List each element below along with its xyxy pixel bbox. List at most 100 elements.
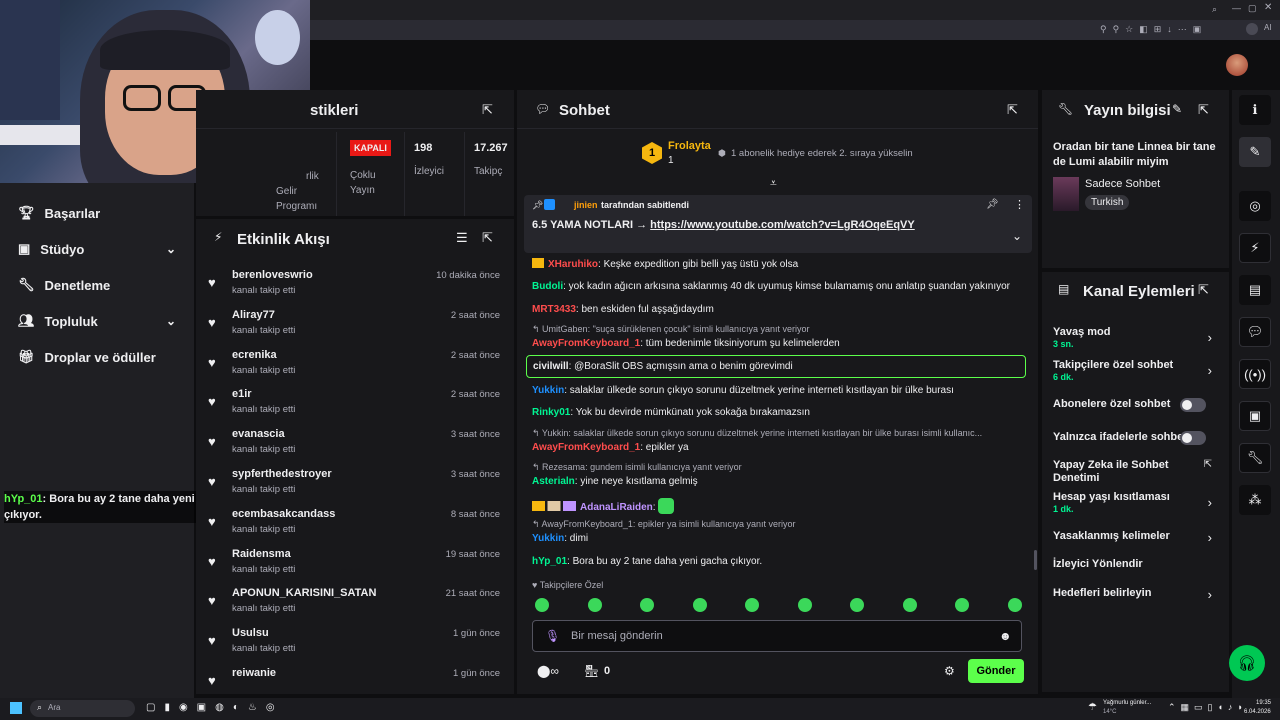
nav-item-achievements[interactable]: 🏆︎ Başarılar (0, 195, 194, 231)
tag-chip[interactable]: Turkish (1085, 195, 1130, 210)
event-username[interactable]: berenloveswrio (232, 269, 313, 281)
collapse-icon[interactable]: ⩡ (770, 176, 777, 191)
category-name[interactable]: Sadece Sohbet (1085, 178, 1160, 190)
wrench-icon[interactable]: 🔧︎ (1239, 443, 1271, 473)
event-username[interactable]: Aliray77 (232, 309, 275, 321)
emote-icon[interactable] (797, 598, 812, 612)
activity-event[interactable]: ♥︎ Usulsu kanalı takip etti 1 gün önce (196, 627, 512, 667)
chevron-down-icon[interactable]: ⌄ (166, 314, 176, 328)
activity-event[interactable]: ♥︎ e1ir kanalı takip etti 2 saat önce (196, 388, 512, 428)
activity-event[interactable]: ♥︎ Aliray77 kanalı takip etti 2 saat önc… (196, 309, 512, 349)
activity-event[interactable]: ♥︎ reiwanie 1 gün önce (196, 667, 512, 689)
channel-action-item[interactable]: Yasaklanmış kelimeler › (1053, 530, 1218, 545)
chat-username[interactable]: hYp_01 (532, 556, 567, 567)
channel-action-item[interactable]: Yalnızca ifadelerle sohbet (1053, 431, 1218, 445)
send-button[interactable]: Gönder (968, 659, 1024, 683)
activity-event[interactable]: ♥︎ ecrenika kanalı takip etti 2 saat önc… (196, 349, 512, 389)
camera-icon[interactable]: ◎ (1239, 191, 1271, 221)
chat-message[interactable]: AwayFromKeyboard_1: tüm bedenimle tiksin… (532, 337, 1027, 350)
edit-icon[interactable]: ✎ (1172, 102, 1182, 116)
actions-icon[interactable]: ▣ (1239, 401, 1271, 431)
chevron-down-icon[interactable]: ⌄ (166, 242, 176, 256)
edit-icon[interactable]: ✎ (1239, 137, 1271, 167)
event-username[interactable]: Usulsu (232, 627, 269, 639)
channel-action-item[interactable]: Hedefleri belirleyin › (1053, 587, 1218, 602)
chat-message[interactable]: Yukkin: salaklar ülkede sorun çıkıyo sor… (532, 384, 1027, 397)
channel-action-item[interactable]: Yavaş mod 3 sn. › (1053, 326, 1218, 349)
chat-username[interactable]: Yukkin (532, 533, 564, 544)
event-username[interactable]: APONUN_KARISINI_SATAN (232, 587, 376, 599)
activity-event[interactable]: ♥︎ APONUN_KARISINI_SATAN kanalı takip et… (196, 587, 512, 627)
search-icon[interactable]: ⌕ (1212, 4, 1217, 15)
taskbar-app-icons[interactable]: ▢▮◉▣◍◐♨◎ (146, 702, 284, 713)
chat-username[interactable]: civilwill (533, 361, 569, 372)
chat-scrollbar[interactable] (1034, 550, 1037, 570)
emote-icon[interactable] (535, 598, 549, 612)
event-username[interactable]: ecembasakcandass (232, 508, 335, 520)
store-icon[interactable]: 🏪︎ (584, 664, 599, 678)
chat-message[interactable]: Rinky01: Yok bu devirde mümkünatı yok so… (532, 406, 1027, 419)
external-link-icon[interactable]: ⇱ (1204, 459, 1212, 470)
pinned-link[interactable]: https://www.youtube.com/watch?v=LgR4OqeE… (650, 219, 915, 231)
chat-username[interactable]: XHaruhiko (548, 259, 598, 270)
chevron-right-icon[interactable]: › (1208, 363, 1212, 378)
more-icon[interactable]: ⋮ (1014, 198, 1025, 211)
channel-action-item[interactable]: Takipçilere özel sohbet 6 dk. › (1053, 359, 1218, 382)
chat-message[interactable]: Asterialn: yine neye kısıtlama gelmiş (532, 475, 1027, 488)
info-icon[interactable]: ℹ︎ (1239, 95, 1271, 125)
taskbar-search[interactable]: ⌕ Ara (30, 700, 135, 717)
channel-action-item[interactable]: Hesap yaşı kısıtlaması 1 dk. › (1053, 491, 1218, 514)
emote-icon[interactable] (692, 598, 707, 612)
popout-icon[interactable]: ⇱ (1007, 102, 1018, 118)
chat-message[interactable]: MRT3433: ben eskiden ful aşşağıdaydım (532, 303, 1027, 316)
hype-name[interactable]: Frolayta (668, 140, 711, 152)
tray-icons[interactable]: ⌃▦▭▯◖♪◗ (1168, 702, 1248, 713)
pinned-message[interactable]: 📌︎ jinien tarafından sabitlendi 📌︎ ⋮ 6.5… (524, 195, 1032, 253)
chevron-right-icon[interactable]: › (1208, 330, 1212, 345)
settings-icon[interactable]: ⚙︎ (944, 664, 955, 678)
profile-icon[interactable] (1246, 23, 1258, 35)
minimize-icon[interactable]: — (1232, 3, 1241, 13)
unpin-icon[interactable]: 📌︎ (986, 199, 999, 210)
nav-item-studio[interactable]: ▣ Stüdyo ⌄ (0, 231, 194, 267)
chevron-right-icon[interactable]: › (1208, 587, 1212, 602)
filter-icon[interactable]: ☰ (456, 230, 468, 246)
popout-icon[interactable]: ⇱ (482, 102, 493, 118)
channel-action-item[interactable]: Abonelere özel sohbet (1053, 398, 1218, 412)
toggle-switch[interactable] (1180, 398, 1206, 412)
avatar[interactable] (1226, 54, 1248, 76)
extension-icons[interactable]: ⚲⚲☆◧⊞↓⋯▣ (1100, 24, 1207, 35)
channel-action-item[interactable]: Yapay Zeka ile Sohbet Denetimi ⇱ (1053, 459, 1218, 485)
nav-item-community[interactable]: 👥︎ Topluluk ⌄ (0, 303, 194, 339)
channel-action-item[interactable]: İzleyici Yönlendir (1053, 558, 1218, 571)
emote-icon[interactable] (955, 598, 969, 612)
chat-username[interactable]: Rinky01 (532, 407, 570, 418)
chat-message[interactable]: AdanaLiRaiden: (532, 498, 1027, 514)
emote-icon[interactable] (745, 598, 759, 612)
lightning-icon[interactable]: ⚡︎ (1239, 233, 1271, 263)
event-username[interactable]: ecrenika (232, 349, 277, 361)
chevron-right-icon[interactable]: › (1208, 495, 1212, 510)
chat-message[interactable]: Budoli: yok kadın ağıcın arkısına saklan… (532, 280, 1027, 293)
chat-username[interactable]: MRT3433 (532, 304, 576, 315)
channel-points-icon[interactable]: ⬤∞ (537, 664, 559, 678)
chat-username[interactable]: AwayFromKeyboard_1 (532, 338, 640, 349)
maximize-icon[interactable]: ▢ (1248, 3, 1257, 14)
chat-input[interactable]: 🎙︎ Bir mesaj gönderin ☻ (532, 620, 1022, 652)
event-username[interactable]: evanascia (232, 428, 285, 440)
popout-icon[interactable]: ⇱ (1198, 282, 1209, 298)
emote-icon[interactable] (902, 598, 917, 612)
chat-icon[interactable]: 💬︎ (1239, 317, 1271, 347)
chat-username[interactable]: Budoli (532, 281, 563, 292)
event-username[interactable]: Raidensma (232, 548, 291, 560)
popout-icon[interactable]: ⇱ (482, 230, 493, 246)
emote-icon[interactable] (587, 598, 602, 612)
activity-event[interactable]: ♥︎ sypferthedestroyer kanalı takip etti … (196, 468, 512, 508)
chat-username[interactable]: AwayFromKeyboard_1 (532, 442, 640, 453)
nav-item-drops[interactable]: 🎁︎ Droplar ve ödüller (0, 339, 194, 375)
chat-message[interactable]: XHaruhiko: Keşke expedition gibi belli y… (532, 258, 1027, 271)
chevron-down-icon[interactable]: ⌄ (1012, 229, 1022, 243)
popout-icon[interactable]: ⇱ (1198, 102, 1209, 118)
activity-event[interactable]: ♥︎ evanascia kanalı takip etti 3 saat ön… (196, 428, 512, 468)
nav-item-moderation[interactable]: 🔧︎ Denetleme (0, 267, 194, 303)
